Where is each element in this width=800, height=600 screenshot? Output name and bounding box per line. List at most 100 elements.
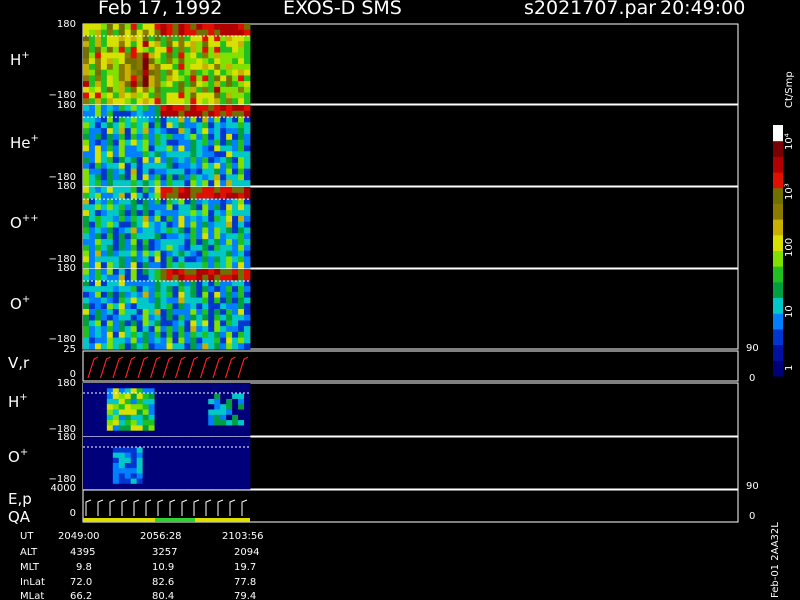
heatmap-cell — [160, 404, 167, 410]
heatmap-cell — [124, 404, 132, 410]
heatmap-cell — [172, 437, 179, 443]
heatmap-cell — [148, 64, 155, 71]
y-tick-max: 180 — [56, 263, 76, 274]
heatmap-cell — [100, 420, 108, 426]
heatmap-cell — [202, 478, 209, 485]
heatmap-cell — [220, 409, 227, 416]
heatmap-cell — [124, 168, 132, 175]
heatmap-cell — [232, 105, 239, 112]
heatmap-cell — [148, 24, 155, 31]
heatmap-cell — [118, 75, 126, 82]
heatmap-cell — [88, 331, 96, 338]
heatmap-cell — [154, 320, 161, 327]
heatmap-cell — [148, 29, 155, 36]
heatmap-cell — [184, 41, 191, 48]
heatmap-cell — [160, 314, 167, 321]
heatmap-cell — [148, 309, 155, 316]
heatmap-cell — [244, 29, 251, 36]
heatmap-cell — [238, 437, 245, 443]
heatmap-cell — [214, 52, 221, 59]
heatmap-cell — [94, 420, 102, 426]
heatmap-cell — [202, 447, 209, 453]
heatmap-cell — [106, 227, 114, 234]
heatmap-cell — [232, 244, 239, 252]
heatmap-cell — [214, 309, 221, 316]
heatmap-cell — [232, 64, 239, 71]
heatmap-cell — [238, 180, 245, 187]
heatmap-cell — [166, 457, 173, 464]
heatmap-cell — [88, 409, 96, 416]
heatmap-cell — [118, 52, 126, 59]
heatmap-cell — [148, 52, 155, 59]
heatmap-cell — [214, 215, 221, 223]
heatmap-cell — [238, 414, 245, 421]
heatmap-cell — [94, 110, 102, 117]
heatmap-cell — [130, 383, 138, 389]
heatmap-cell — [244, 24, 251, 31]
heatmap-cell — [154, 393, 161, 400]
heatmap-cell — [136, 58, 144, 65]
heatmap-cell — [83, 133, 90, 141]
heatmap-cell — [106, 122, 114, 129]
heatmap-cell — [100, 139, 108, 146]
heatmap-cell — [100, 430, 108, 437]
heatmap-cell — [214, 303, 221, 310]
heatmap-cell — [100, 468, 108, 474]
heatmap-cell — [154, 420, 161, 426]
heatmap-cell — [232, 210, 239, 217]
heatmap-cell — [154, 58, 161, 65]
heatmap-cell — [124, 393, 132, 400]
heatmap-cell — [136, 309, 144, 316]
heatmap-cell — [130, 215, 138, 223]
heatmap-cell — [220, 256, 227, 263]
heatmap-cell — [238, 314, 245, 321]
heatmap-cell — [232, 233, 239, 240]
heatmap-cell — [232, 187, 239, 194]
heatmap-cell — [124, 151, 132, 158]
heatmap-cell — [94, 309, 102, 316]
heatmap-cell — [172, 250, 179, 257]
heatmap-cell — [184, 81, 191, 88]
heatmap-cell — [232, 227, 239, 234]
heatmap-cell — [208, 157, 215, 164]
heatmap-cell — [124, 457, 132, 464]
heatmap-cell — [232, 393, 239, 400]
heatmap-cell — [238, 174, 245, 181]
heatmap-cell — [178, 110, 185, 117]
heatmap-cell — [160, 430, 167, 437]
heatmap-cell — [220, 244, 227, 252]
heatmap-cell — [202, 383, 209, 389]
heatmap-cell — [244, 463, 251, 469]
heatmap-cell — [190, 286, 197, 293]
heatmap-cell — [100, 256, 108, 263]
heatmap-cell — [124, 75, 132, 82]
heatmap-cell — [220, 420, 227, 426]
heatmap-cell — [172, 303, 179, 310]
heatmap-cell — [196, 52, 203, 59]
heatmap-cell — [106, 157, 114, 164]
heatmap-cell — [136, 157, 144, 164]
heatmap-cell — [220, 326, 227, 333]
heatmap-cell — [112, 52, 120, 59]
heatmap-cell — [172, 162, 179, 170]
heatmap-cell — [226, 98, 233, 105]
heatmap-cell — [100, 122, 108, 129]
row-value: 19.7 — [234, 562, 257, 573]
heatmap-cell — [148, 168, 155, 175]
heatmap-cell — [178, 303, 185, 310]
colorbar-swatch — [773, 219, 783, 236]
heatmap-cell — [196, 343, 203, 350]
heatmap-cell — [202, 457, 209, 464]
heatmap-cell — [136, 41, 144, 48]
heatmap-cell — [118, 303, 126, 310]
heatmap-cell — [83, 274, 90, 281]
heatmap-cell — [226, 215, 233, 223]
heatmap-cell — [196, 92, 203, 99]
heatmap-cell — [94, 393, 102, 400]
heatmap-cell — [220, 303, 227, 310]
heatmap-cell — [226, 157, 233, 164]
heatmap-cell — [190, 227, 197, 234]
heatmap-cell — [148, 46, 155, 53]
heatmap-cell — [244, 180, 251, 187]
heatmap-cell — [148, 404, 155, 410]
